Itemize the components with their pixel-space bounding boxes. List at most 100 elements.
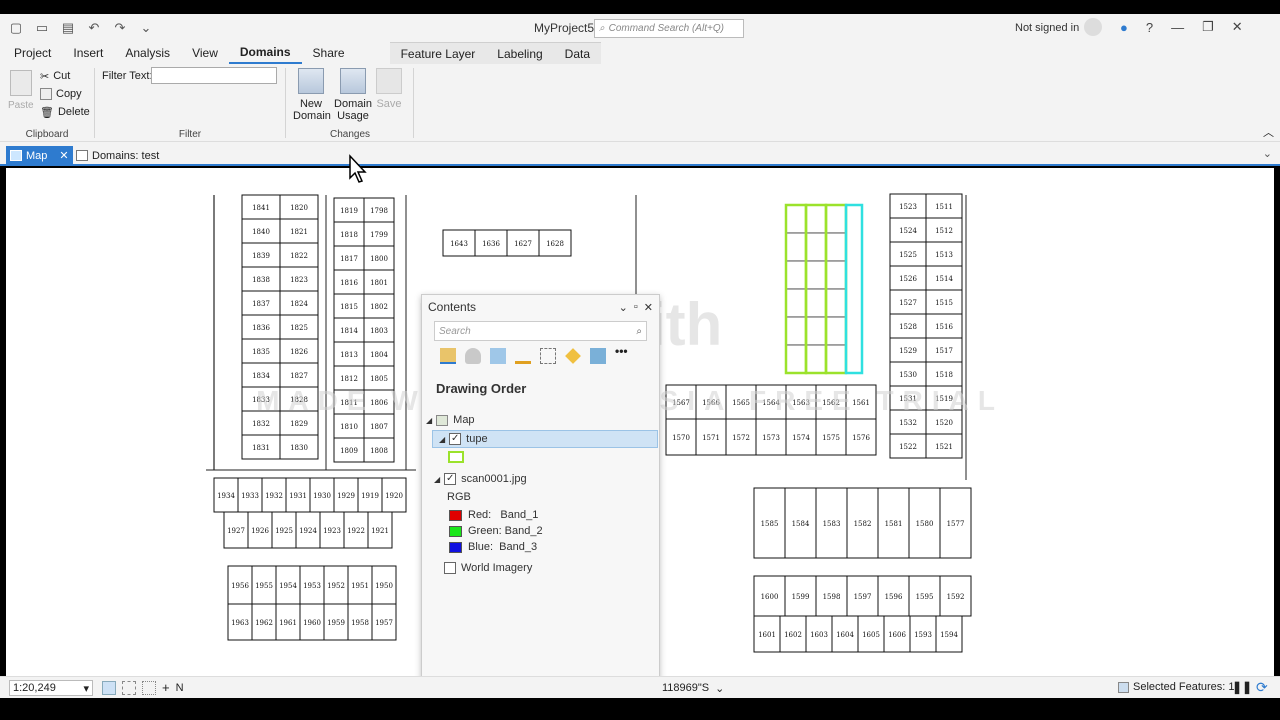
list-by-source-icon[interactable] [465,348,481,364]
open-project-icon[interactable]: ▭ [34,20,50,35]
paste-button[interactable]: Paste [8,70,34,111]
plan-lot-number: 1963 [231,619,249,627]
plan-lot: 1636 [474,229,508,257]
undo-icon[interactable]: ↶ [86,20,102,35]
plan-lot: 1834 [241,362,281,388]
plan-lot-number: 1564 [762,399,780,407]
layer-visibility-checkbox[interactable]: ✓ [444,473,457,485]
float-pane-icon[interactable]: ▫ [634,301,638,314]
plan-lot: 1581 [877,487,910,559]
coordinate-readout[interactable]: 118969"S ⌄ [662,682,724,695]
plan-lot-number: 1599 [792,593,810,601]
list-by-perspective-icon[interactable] [590,348,606,364]
tree-item-tupe[interactable]: ◢ ✓ tupe [432,430,658,448]
list-by-selection-icon[interactable] [490,348,506,364]
close-pane-icon[interactable]: ✕ [644,301,653,314]
navigation-tools: + N [102,681,184,695]
close-window-icon[interactable]: ✕ [1232,19,1243,35]
domain-usage-button[interactable]: Domain Usage [333,68,373,122]
contents-search-input[interactable]: Search ⌕ [434,321,647,341]
close-tab-icon[interactable]: ✕ [59,149,68,162]
plan-lot-number: 1643 [450,240,468,248]
tupe-symbol-swatch[interactable] [448,451,464,463]
band-blue-item[interactable]: Blue: Band_3 [422,538,659,556]
scan-layer-label: scan0001.jpg [461,473,527,485]
plan-lot: 1807 [363,413,395,439]
layer-visibility-checkbox[interactable] [444,562,456,574]
save-project-icon[interactable]: ▤ [60,20,76,35]
tab-labeling[interactable]: Labeling [486,43,553,65]
plan-lot-number: 1807 [370,423,388,431]
collapse-triangle-icon[interactable]: ◢ [426,416,432,425]
delete-button[interactable]: 🗑 Delete [40,103,90,121]
tab-view[interactable]: View [181,42,229,64]
tree-item-world-imagery[interactable]: World Imagery [422,559,659,577]
restore-icon[interactable]: ❐ [1202,19,1214,35]
pane-menu-chevron-down-icon[interactable]: ⌄ [619,301,628,314]
tab-feature-layer[interactable]: Feature Layer [390,43,487,65]
contents-search-placeholder: Search [439,325,471,337]
command-search-input[interactable]: ⌕ Command Search (Alt+Q) [594,19,744,38]
plan-lot-number: 1592 [947,593,965,601]
selected-features-indicator[interactable]: Selected Features: 1 [1118,681,1235,693]
contents-pane[interactable]: Contents ⌄ ▫ ✕ Search ⌕ ••• Drawing Orde… [421,294,660,704]
plan-lot: 1805 [363,365,395,391]
tree-item-map[interactable]: ◢ Map [422,411,659,429]
plan-lot-number: 1840 [252,228,270,236]
avatar[interactable] [1084,18,1102,36]
filter-text-input[interactable] [151,67,277,84]
crosshair-icon[interactable]: + [162,681,170,695]
snapping-icon[interactable] [142,681,156,695]
plan-lot: 1957 [371,603,397,641]
tab-domains[interactable]: Domains [228,42,302,64]
signin-status[interactable]: Not signed in [1015,22,1079,34]
new-project-icon[interactable]: ▢ [8,20,24,35]
plan-lot: 1835 [241,338,281,364]
plan-lot-number: 1521 [935,443,953,451]
copy-label: Copy [56,88,82,100]
tab-analysis[interactable]: Analysis [114,42,181,64]
layer-visibility-checkbox[interactable]: ✓ [449,433,462,445]
refresh-icon[interactable]: ⟳ [1256,679,1268,696]
tab-insert[interactable]: Insert [62,42,114,64]
grid-icon[interactable] [122,681,136,695]
list-by-drawing-order-icon[interactable] [440,348,456,364]
plan-lot-number: 1799 [370,231,388,239]
tab-map[interactable]: Map ✕ [6,146,73,165]
minimize-icon[interactable]: — [1171,20,1184,35]
plan-lot: 1804 [363,341,395,367]
plan-lot: 1958 [347,603,373,641]
plan-lot-number: 1529 [899,347,917,355]
tree-item-scan[interactable]: ◢ ✓ scan0001.jpg [422,470,659,488]
collapse-ribbon-icon[interactable]: ︿ [1263,124,1274,140]
plan-lot: 1821 [279,218,319,244]
pause-drawing-icon[interactable]: ❚❚ [1232,680,1252,694]
tab-domains-test[interactable]: Domains: test [72,146,163,165]
new-domain-button[interactable]: New Domain [293,68,331,122]
plan-lot-number: 1955 [255,582,273,590]
fixed-zoom-icon[interactable] [102,681,116,695]
copy-button[interactable]: Copy [40,85,90,103]
collapse-triangle-icon[interactable]: ◢ [439,435,445,444]
plan-lot: 1820 [279,194,319,220]
list-by-editing-icon[interactable] [515,348,531,364]
plan-lot-number: 1603 [810,631,828,639]
save-button[interactable]: Save [375,68,403,110]
more-options-icon[interactable]: ••• [615,345,629,364]
north-arrow-icon[interactable]: N [176,681,184,695]
customize-toolbar-icon[interactable]: ⌄ [138,20,154,35]
plan-lot: 1926 [247,511,273,549]
tab-data[interactable]: Data [554,43,601,65]
filter-group-label: Filter [178,129,202,140]
list-by-labeling-icon[interactable] [565,348,581,364]
scale-selector[interactable]: 1:20,249 ▾ [9,680,93,696]
tab-project[interactable]: Project [3,42,62,64]
tab-list-chevron-down-icon[interactable]: ⌄ [1263,147,1272,160]
notification-icon[interactable]: ● [1120,20,1128,35]
collapse-triangle-icon[interactable]: ◢ [434,475,440,484]
help-icon[interactable]: ? [1146,20,1153,35]
tab-share[interactable]: Share [302,42,356,64]
list-by-snapping-icon[interactable] [540,348,556,364]
cut-button[interactable]: ✂ Cut [40,67,90,85]
redo-icon[interactable]: ↷ [112,20,128,35]
